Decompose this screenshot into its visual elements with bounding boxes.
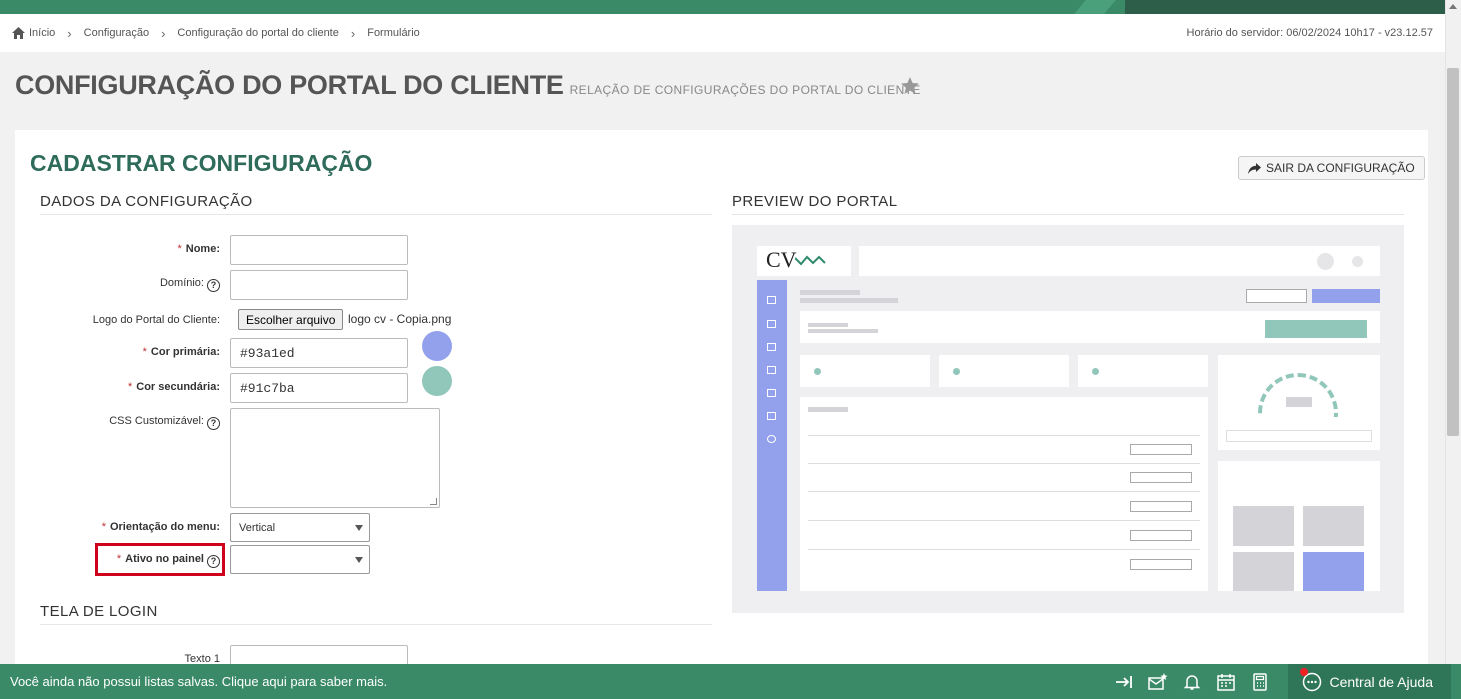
server-time: Horário do servidor: 06/02/2024 10h17 - … (1186, 27, 1433, 39)
secondary-color-swatch[interactable] (422, 366, 452, 396)
preview-sidebar (757, 280, 787, 591)
help-center-button[interactable]: Central de Ajuda (1288, 664, 1451, 699)
ativo-select[interactable] (230, 545, 370, 574)
exit-configuration-button[interactable]: SAIR DA CONFIGURAÇÃO (1238, 156, 1425, 180)
nome-label: * Nome: (177, 243, 220, 255)
page-scrollbar[interactable] (1445, 0, 1461, 664)
help-icon[interactable]: ? (207, 279, 220, 292)
panel-title: CADASTRAR CONFIGURAÇÃO (30, 150, 373, 176)
preview-table (800, 397, 1208, 591)
section-preview-title: PREVIEW DO PORTAL (732, 193, 898, 210)
orientacao-label: * Orientação do menu: (101, 521, 220, 533)
preview-lower-card (1218, 461, 1380, 591)
cor-primaria-label: * Cor primária: (142, 346, 220, 358)
chevron-right-icon: › (350, 25, 356, 41)
chevron-right-icon: › (161, 25, 166, 41)
scroll-up-arrow-icon[interactable] (1449, 4, 1457, 9)
saved-lists-message[interactable]: Você ainda não possui listas salvas. Cli… (0, 674, 387, 689)
css-textarea[interactable] (230, 408, 440, 508)
preview-filter-bar (800, 311, 1380, 343)
section-config-data-title: DADOS DA CONFIGURAÇÃO (40, 193, 253, 210)
help-center-label: Central de Ajuda (1329, 673, 1433, 690)
help-icon[interactable]: ? (207, 555, 220, 568)
divider (40, 214, 712, 215)
preview-logo-wave-icon (795, 255, 826, 266)
breadcrumb-portal[interactable]: Configuração do portal do cliente (177, 27, 338, 39)
divider (732, 214, 1404, 215)
form-panel: CADASTRAR CONFIGURAÇÃO SAIR DA CONFIGURA… (15, 130, 1428, 675)
footer-tools: Central de Ajuda (1114, 664, 1461, 699)
top-brand-strip (0, 0, 1445, 14)
bell-icon[interactable] (1182, 672, 1202, 692)
cor-secundaria-label: * Cor secundária: (127, 381, 220, 393)
preview-topbar (859, 246, 1380, 276)
logo-label: Logo do Portal do Cliente: (92, 314, 220, 326)
logo-file-name: logo cv - Copia.png (348, 312, 452, 326)
chevron-right-icon: › (67, 25, 72, 41)
dominio-input[interactable] (230, 270, 408, 300)
divider (40, 624, 712, 625)
dominio-label: Domínio:? (30, 277, 220, 292)
breadcrumb-bar: Início › Configuração › Configuração do … (0, 14, 1445, 52)
orientacao-select[interactable]: Vertical (230, 513, 370, 542)
dropdown-caret-icon (355, 525, 363, 531)
collapse-right-icon[interactable] (1114, 672, 1134, 692)
calculator-icon[interactable] (1250, 672, 1270, 692)
dropdown-caret-icon (355, 557, 363, 563)
css-label: CSS Customizável:? (30, 415, 220, 430)
favorite-star-icon[interactable] (900, 76, 920, 96)
cor-secundaria-input[interactable]: #91c7ba (230, 373, 408, 403)
page-subtitle: RELAÇÃO DE CONFIGURAÇÕES DO PORTAL DO CL… (569, 83, 921, 97)
choose-file-button[interactable]: Escolher arquivo (238, 309, 344, 330)
page-header: CONFIGURAÇÃO DO PORTAL DO CLIENTE RELAÇÃ… (15, 70, 921, 101)
share-arrow-icon (1248, 162, 1261, 174)
mail-star-icon[interactable] (1148, 672, 1168, 692)
calendar-icon[interactable] (1216, 672, 1236, 692)
scroll-thumb[interactable] (1447, 68, 1459, 436)
breadcrumb-configuracao[interactable]: Configuração (84, 27, 149, 39)
footer-bar: Você ainda não possui listas salvas. Cli… (0, 664, 1461, 699)
primary-color-swatch[interactable] (422, 331, 452, 361)
preview-logo-box: CV (757, 246, 851, 276)
portal-preview: CV (732, 225, 1404, 613)
exit-configuration-label: SAIR DA CONFIGURAÇÃO (1266, 161, 1415, 175)
home-icon (12, 27, 25, 39)
orientacao-selected: Vertical (239, 521, 276, 534)
section-login-title: TELA DE LOGIN (40, 603, 158, 620)
breadcrumb: Início › Configuração › Configuração do … (12, 26, 420, 41)
page-title: CONFIGURAÇÃO DO PORTAL DO CLIENTE (15, 70, 564, 100)
breadcrumb-home[interactable]: Início (29, 27, 55, 39)
help-icon[interactable]: ? (207, 417, 220, 430)
preview-gauge-card (1218, 355, 1380, 450)
nome-input[interactable] (230, 235, 408, 265)
ativo-label: * Ativo no painel? (30, 553, 220, 568)
cor-primaria-input[interactable]: #93a1ed (230, 338, 408, 368)
preview-logo: CV (766, 247, 797, 272)
breadcrumb-formulario: Formulário (367, 27, 420, 39)
resize-handle-icon[interactable] (430, 498, 437, 505)
